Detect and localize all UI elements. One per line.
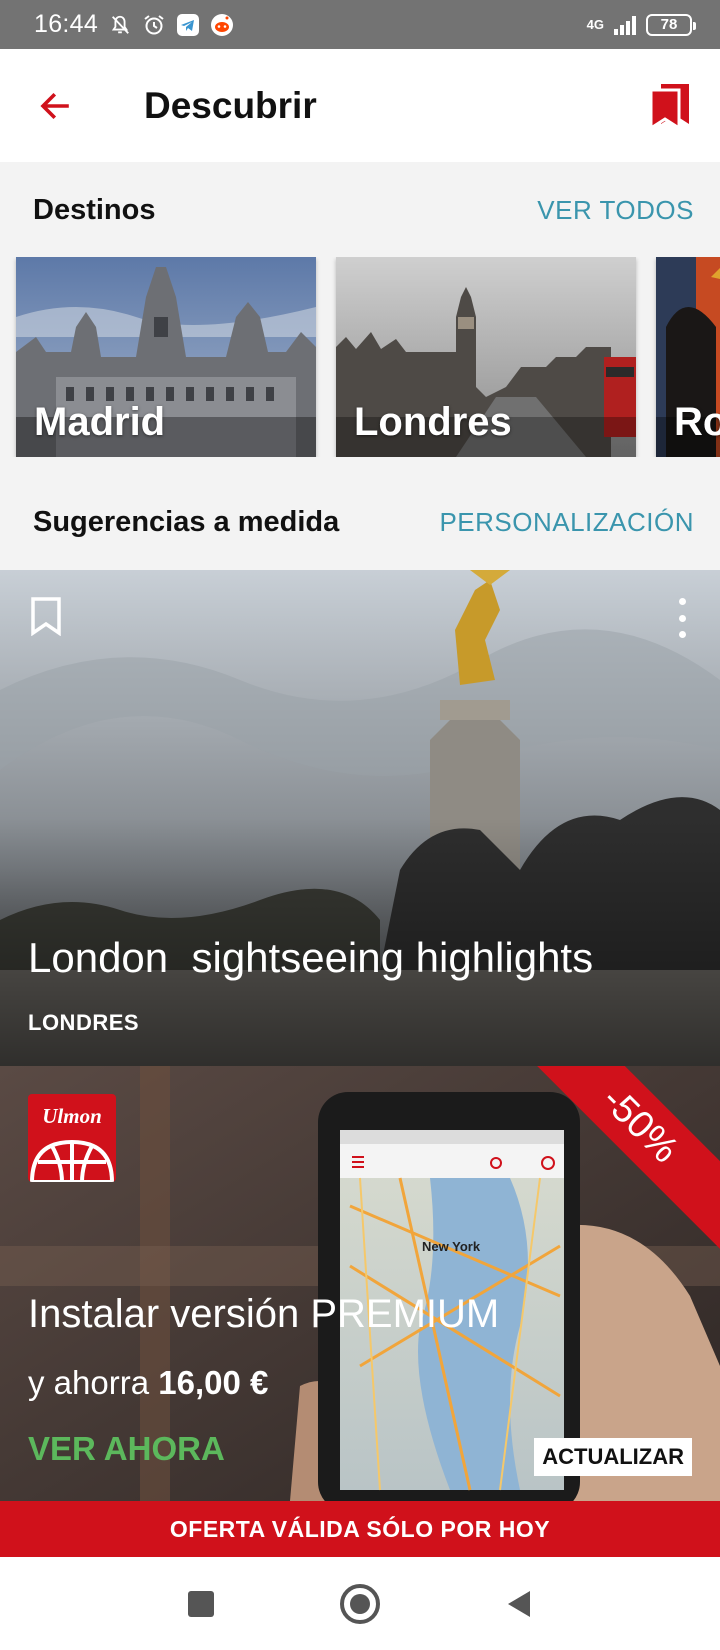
destination-card-londres[interactable]: Londres [336, 257, 636, 457]
bookmarks-icon [649, 84, 689, 128]
savings-amount: 16,00 € [158, 1364, 269, 1401]
page-title: Descubrir [144, 84, 317, 126]
offer-text: OFERTA VÁLIDA SÓLO POR HOY [169, 1515, 551, 1542]
offer-banner[interactable]: OFERTA VÁLIDA SÓLO POR HOY [0, 1501, 720, 1557]
globe-icon [29, 1139, 115, 1182]
system-nav-bar [0, 1557, 720, 1650]
reddit-icon [210, 13, 234, 37]
status-bar: 16:44 4G 78 [0, 0, 720, 49]
alarm-icon [142, 13, 166, 37]
telegram-icon [176, 13, 200, 37]
destinations-header: Destinos VER TODOS [0, 180, 720, 240]
bookmarks-button[interactable] [640, 77, 700, 133]
arrow-left-icon [40, 92, 69, 119]
destination-card-madrid[interactable]: Madrid [16, 257, 316, 457]
update-button[interactable]: ACTUALIZAR [534, 1438, 692, 1476]
view-all-link[interactable]: VER TODOS [537, 195, 694, 226]
signal-icon [614, 15, 636, 35]
promo-title: Instalar versión PREMIUM [28, 1292, 500, 1336]
bell-off-icon [108, 13, 132, 37]
status-system-icons: 4G 78 [586, 13, 696, 36]
suggestion-card[interactable]: London sightseeing highlights LONDRES [0, 570, 720, 1066]
back-nav-button[interactable] [502, 1587, 536, 1621]
suggestion-title: London sightseeing highlights [28, 934, 594, 981]
promo-savings: y ahorra 16,00 € [28, 1364, 268, 1402]
suggestion-photo [0, 570, 720, 1066]
destination-name: Londres [354, 400, 512, 444]
recents-button[interactable] [184, 1587, 218, 1621]
network-type: 4G [586, 16, 604, 32]
personalization-link[interactable]: PERSONALIZACIÓN [439, 507, 694, 538]
destinations-title: Destinos [33, 193, 156, 226]
battery-level: 78 [660, 16, 678, 33]
savings-prefix: y ahorra [28, 1364, 150, 1401]
map-label: New York [422, 1239, 481, 1254]
suggestions-title: Sugerencias a medida [33, 505, 340, 538]
destination-name: Ro [674, 400, 720, 444]
suggestion-city: LONDRES [28, 1010, 140, 1035]
suggestions-header: Sugerencias a medida PERSONALIZACIÓN [0, 492, 720, 552]
premium-promo[interactable]: New York -50% Ulmon Instalar versión PRE… [0, 1066, 720, 1501]
destination-name: Madrid [34, 400, 166, 444]
ulmon-logo: Ulmon [28, 1094, 116, 1182]
battery-icon: 78 [646, 13, 696, 36]
back-button[interactable] [0, 49, 110, 162]
destinations-carousel[interactable]: Madrid Londres Ro [0, 257, 720, 457]
bookmark-outline-icon[interactable] [30, 596, 62, 636]
status-time: 16:44 [34, 10, 99, 38]
view-now-button[interactable]: VER AHORA [28, 1430, 225, 1468]
home-button[interactable] [338, 1582, 382, 1626]
destination-card-roma[interactable]: Ro [656, 257, 720, 457]
more-options-button[interactable] [674, 598, 690, 638]
app-bar: Descubrir [0, 49, 720, 162]
status-notification-icons [108, 13, 234, 37]
